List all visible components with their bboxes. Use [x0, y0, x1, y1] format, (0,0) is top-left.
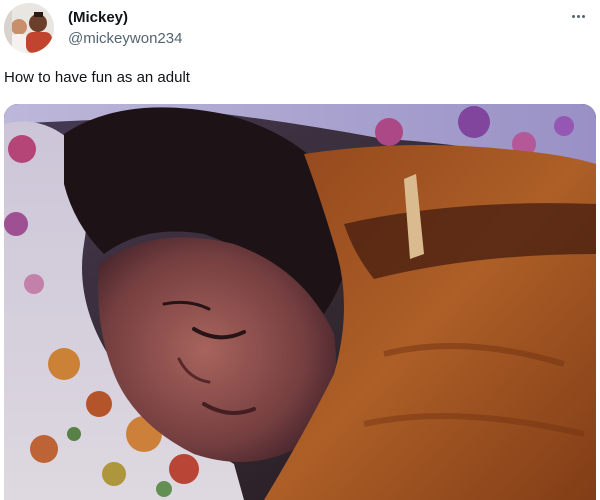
avatar-photo-icon: [4, 3, 54, 53]
author-display-name[interactable]: (Mickey): [68, 9, 128, 26]
tweet-card: (Mickey) @mickeywon234 How to have fun a…: [0, 0, 600, 500]
more-horizontal-icon: [571, 14, 585, 18]
tweet-header: (Mickey) @mickeywon234: [0, 0, 600, 60]
author-handle[interactable]: @mickeywon234: [68, 30, 182, 47]
tweet-media[interactable]: [4, 104, 596, 500]
author-avatar[interactable]: [4, 3, 54, 53]
tweet-text: How to have fun as an adult: [4, 69, 190, 86]
more-options-button[interactable]: [564, 2, 592, 30]
sleeping-person-photo: [4, 104, 596, 500]
